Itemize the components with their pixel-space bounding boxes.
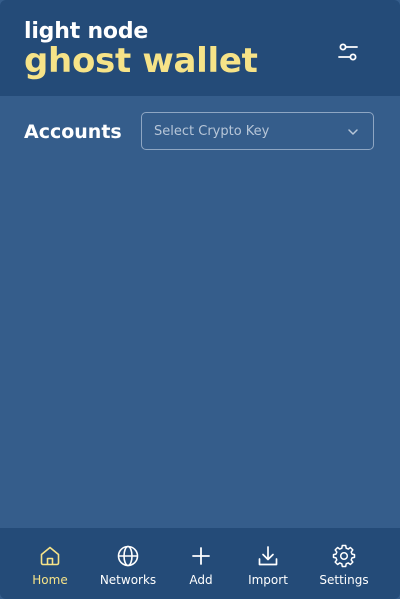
nav-label-add: Add xyxy=(189,573,213,587)
plus-icon xyxy=(192,547,210,565)
header: light node ghost wallet xyxy=(0,0,400,96)
download-icon xyxy=(258,546,278,566)
select-placeholder: Select Crypto Key xyxy=(154,124,270,139)
nav-import[interactable]: Import xyxy=(228,528,308,599)
nav-label-home: Home xyxy=(32,573,68,587)
nav-home[interactable]: Home xyxy=(10,528,90,599)
gear-icon xyxy=(332,544,356,568)
bottom-navigation: Home Networks Add Import Settings xyxy=(0,528,400,599)
nav-label-settings: Settings xyxy=(319,573,369,587)
nav-settings[interactable]: Settings xyxy=(304,528,384,599)
home-icon xyxy=(40,546,60,566)
nav-networks[interactable]: Networks xyxy=(88,528,168,599)
filter-settings-button[interactable] xyxy=(332,36,364,68)
accounts-heading: Accounts xyxy=(24,121,122,143)
nav-label-import: Import xyxy=(248,573,288,587)
crypto-key-select[interactable]: Select Crypto Key xyxy=(141,112,374,150)
globe-icon xyxy=(117,545,139,567)
app-window: light node ghost wallet Accounts Select … xyxy=(0,0,400,599)
chevron-down-icon xyxy=(348,129,358,135)
sliders-icon xyxy=(338,43,358,61)
nav-label-networks: Networks xyxy=(99,573,157,587)
brand-title: ghost wallet xyxy=(24,41,258,81)
